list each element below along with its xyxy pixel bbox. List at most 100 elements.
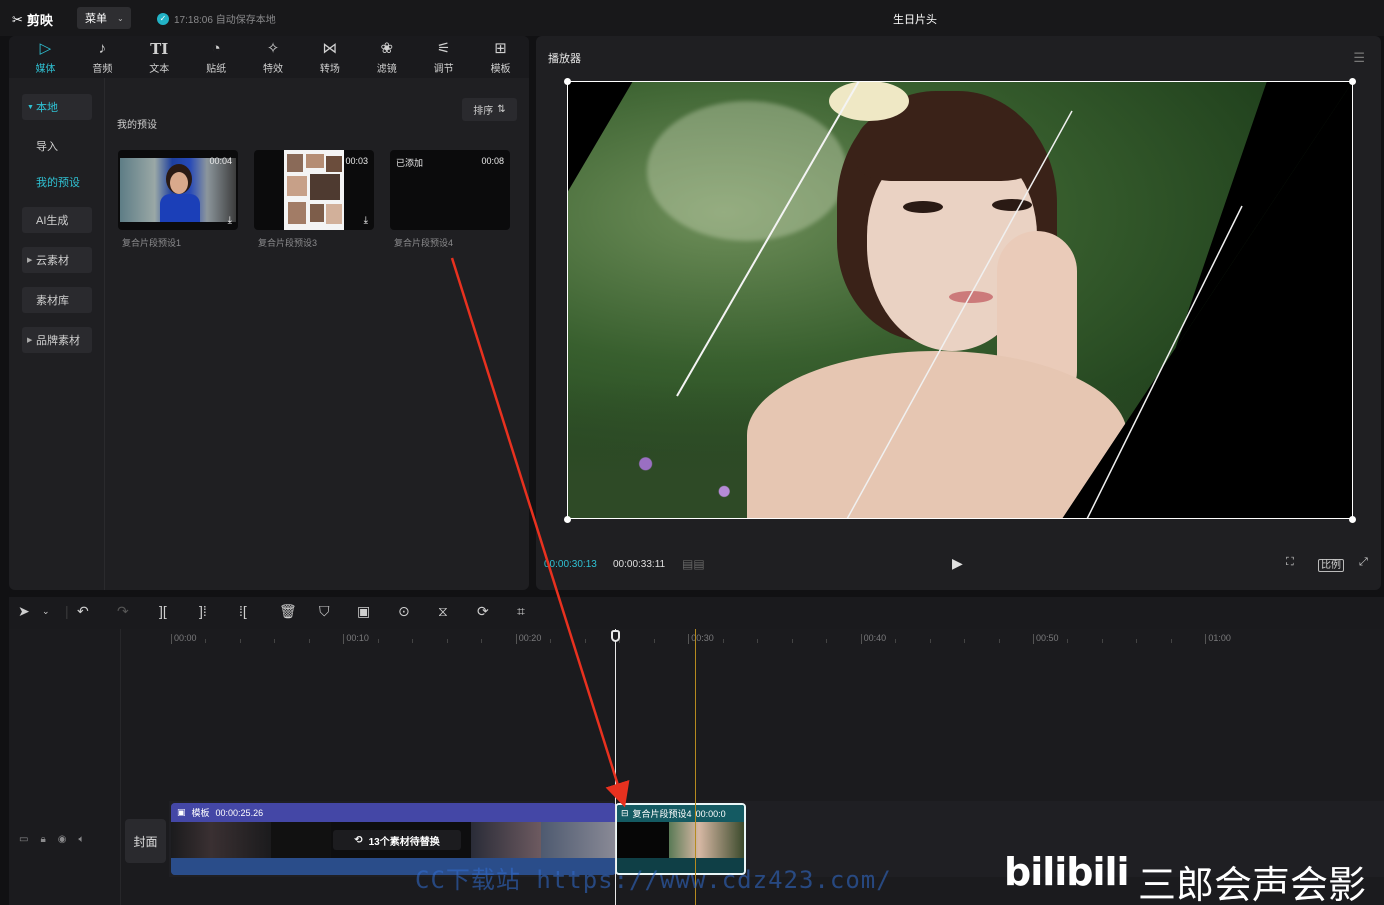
bilibili-logo: bilibili [1004, 850, 1130, 894]
track-controls: ▭ 🔒︎ ◉ 🔈︎ [19, 834, 85, 845]
ruler-minor-tick [550, 639, 552, 643]
tab-filter[interactable]: ❀ 滤镜 [358, 36, 415, 78]
clip-badge: 模板 [191, 808, 210, 818]
ruler-minor-tick [239, 639, 241, 643]
eye-icon[interactable]: ◉ [58, 834, 67, 845]
replace-badge[interactable]: ⟲ 13个素材待替换 [333, 830, 461, 850]
crop-icon[interactable]: ⌗ [517, 603, 525, 620]
ruler-minor-tick [653, 639, 655, 643]
preset-thumbnail [120, 158, 236, 222]
volume-icon[interactable]: 🔈︎ [79, 834, 85, 845]
card-duration: 00:04 [209, 156, 232, 166]
download-icon[interactable]: ⤓ [364, 215, 368, 226]
sidenav-cloud[interactable]: ▶ 云素材 [22, 247, 92, 273]
ruler-major-tick [171, 634, 172, 644]
playhead-handle[interactable] [611, 630, 620, 642]
tab-sticker[interactable]: ◔ 贴纸 [188, 36, 245, 78]
split-icon[interactable]: ][ [159, 603, 167, 619]
tab-text[interactable]: TI 文本 [131, 36, 188, 78]
chevron-down-icon: ⌄ [117, 13, 124, 23]
ruler-label: 00:00 [174, 633, 197, 643]
mirror-icon[interactable]: ⧖ [438, 603, 448, 620]
sidenav-import[interactable]: 导入 [22, 133, 92, 159]
project-title[interactable]: 生日片头 [860, 11, 970, 27]
watermark-url: CC下载站 https://www.cdz423.com/ [415, 866, 892, 894]
time-ruler[interactable]: 00:00 00:10 00:20 00:30 00:40 00:50 01:00 [121, 629, 1384, 647]
chevron-down-icon[interactable]: ⌄ [42, 606, 50, 617]
ruler-minor-tick [584, 639, 586, 643]
preset-card-2[interactable]: 00:03 ⤓ [254, 150, 374, 230]
ruler-minor-tick [377, 639, 379, 643]
rotate-icon[interactable]: ⟳ [477, 603, 489, 620]
resize-handle[interactable] [564, 516, 571, 523]
ruler-major-tick [860, 634, 862, 644]
resize-handle[interactable] [564, 78, 571, 85]
tab-audio[interactable]: ♪ 音频 [74, 36, 131, 78]
tab-label: 文本 [149, 63, 170, 75]
split-left-icon[interactable]: ]⁞ [199, 603, 207, 619]
total-time: 00:00:33:11 [613, 559, 666, 570]
sidenav-local[interactable]: ▼ 本地 [22, 94, 92, 120]
tab-media[interactable]: ▷ 媒体 [17, 36, 74, 78]
sidenav-label: 品牌素材 [36, 335, 80, 347]
waveform-grid-icon[interactable]: ▤▤ [682, 557, 705, 571]
autosave-text: 17:18:06 自动保存本地 [174, 15, 276, 26]
fit-view-icon[interactable]: ⛶ [1286, 556, 1294, 569]
ruler-label: 00:20 [518, 633, 542, 643]
transition-icon: ⋈ [322, 39, 338, 57]
fullscreen-icon[interactable]: ⤢ [1359, 556, 1368, 569]
play-icon[interactable]: ▶ [952, 555, 963, 572]
split-right-icon[interactable]: ⁞[ [239, 603, 247, 619]
resize-handle[interactable] [1349, 78, 1356, 85]
ruler-label: 01:00 [1208, 633, 1231, 643]
download-icon[interactable]: ⤓ [228, 215, 232, 226]
tab-label: 滤镜 [376, 63, 397, 75]
video-track-icon[interactable]: ▭ [19, 834, 28, 845]
tab-label: 模板 [490, 63, 511, 75]
ruler-minor-tick [446, 639, 448, 643]
asset-toolbar: ▷ 媒体 ♪ 音频 TI 文本 ◔ 贴纸 ✧ 特效 ⋈ 转场 ❀ 滤镜 ⚟ 调节 [9, 36, 529, 78]
menu-icon[interactable]: ☰ [1353, 50, 1365, 66]
preset-card-4[interactable]: 已添加 00:08 [390, 150, 510, 230]
tab-template[interactable]: ⊞ 模板 [472, 36, 529, 78]
redo-icon[interactable]: ↷ [117, 603, 129, 620]
tab-effects[interactable]: ✧ 特效 [245, 36, 302, 78]
menu-label: 菜单 [85, 13, 107, 25]
reverse-icon[interactable]: ⊙ [398, 603, 410, 620]
tab-transition[interactable]: ⋈ 转场 [301, 36, 358, 78]
ratio-button[interactable]: 比例 [1318, 556, 1344, 572]
ruler-minor-tick [1101, 639, 1103, 643]
sidenav-library[interactable]: 素材库 [22, 287, 92, 313]
cover-button[interactable]: 封面 [125, 819, 166, 863]
clip-filmstrip: ⟲ 13个素材待替换 [171, 822, 616, 858]
sidenav-label: 本地 [36, 102, 58, 114]
ruler-minor-tick [1170, 639, 1172, 643]
sort-icon: ⇅ [497, 104, 506, 115]
video-preview[interactable] [567, 81, 1353, 519]
select-cursor-icon[interactable]: ➤ [18, 603, 30, 620]
sort-button[interactable]: 排序 ⇅ [462, 98, 517, 121]
sidenav-my-presets[interactable]: 我的预设 [22, 169, 92, 195]
ruler-minor-tick [964, 639, 966, 643]
tab-adjust[interactable]: ⚟ 调节 [415, 36, 472, 78]
caret-down-icon: ▼ [27, 103, 34, 111]
sidenav-ai-generate[interactable]: AI生成 [22, 207, 92, 233]
sidenav-brand[interactable]: ▶ 品牌素材 [22, 327, 92, 353]
preset-card-1[interactable]: 00:04 ⤓ [118, 150, 238, 230]
menu-button[interactable]: 菜单 ⌄ [77, 7, 131, 29]
mark-icon[interactable]: ⛉ [319, 603, 330, 620]
media-panel: ▷ 媒体 ♪ 音频 TI 文本 ◔ 贴纸 ✧ 特效 ⋈ 转场 ❀ 滤镜 ⚟ 调节 [9, 36, 529, 590]
ruler-major-tick [515, 634, 517, 644]
ruler-minor-tick [205, 639, 207, 643]
effects-icon: ✧ [266, 39, 280, 57]
freeze-icon[interactable]: ▣ [357, 603, 370, 620]
resize-handle[interactable] [1349, 516, 1356, 523]
undo-icon[interactable]: ↶ [77, 603, 89, 620]
delete-icon[interactable]: 🗑 [279, 603, 297, 620]
tab-label: 转场 [319, 63, 340, 75]
card-duration: 00:08 [481, 156, 504, 166]
replace-icon: ⟲ [354, 834, 363, 846]
ruler-minor-tick [895, 639, 897, 643]
autosave-status: ✓ 17:18:06 自动保存本地 [157, 11, 276, 26]
lock-icon[interactable]: 🔒︎ [40, 834, 45, 845]
